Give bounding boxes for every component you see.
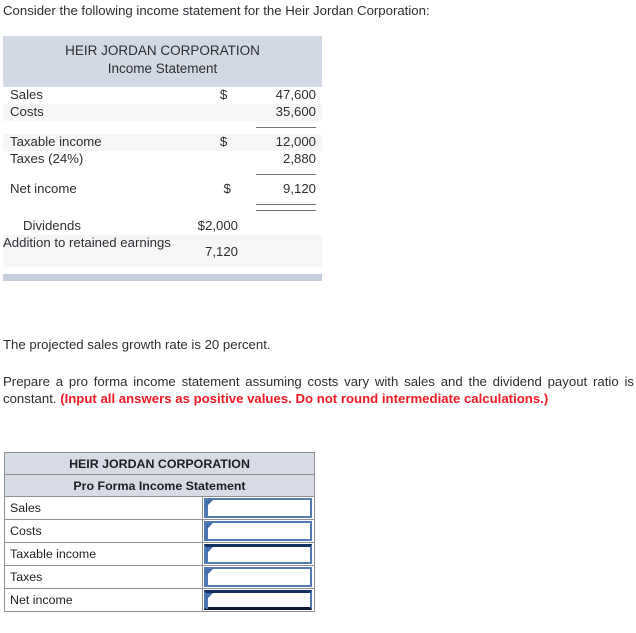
costs-input[interactable]: [204, 521, 312, 541]
taxes-input[interactable]: [204, 567, 312, 587]
table-row: Dividends $2,000: [3, 218, 322, 235]
intro-paragraph: Consider the following income statement …: [3, 3, 430, 18]
table-row: Taxes (24%) 2,880: [3, 151, 322, 168]
instructions-paragraph: Prepare a pro forma income statement ass…: [3, 373, 634, 407]
row-value-addition-to-retained-earnings: 7,120: [204, 244, 238, 259]
subtotal-rule-row: [3, 121, 322, 134]
answer-flag-icon: [206, 523, 213, 530]
row-value-dividends: $2,000: [197, 218, 238, 233]
pro-forma-subtitle: Pro Forma Income Statement: [4, 474, 315, 497]
table-row: Net income: [4, 588, 315, 612]
pro-forma-company: HEIR JORDAN CORPORATION: [4, 452, 315, 475]
table-row: Taxable income $ 12,000: [3, 134, 322, 151]
pro-forma-label-taxable-income: Taxable income: [4, 542, 203, 566]
table-row: Taxes: [4, 565, 315, 589]
total-rule-upper: [256, 204, 316, 205]
row-label-taxes: Taxes (24%): [10, 151, 84, 166]
income-statement-subtitle: Income Statement: [107, 61, 218, 76]
pro-forma-label-net-income: Net income: [4, 588, 203, 612]
table-row: Costs 35,600: [3, 104, 322, 121]
pro-forma-input-cell-taxable-income[interactable]: [202, 542, 315, 566]
row-value-net-income: 9,120: [283, 181, 317, 196]
answer-flag-icon: [206, 569, 213, 576]
pro-forma-label-sales: Sales: [4, 496, 203, 520]
pro-forma-input-cell-sales[interactable]: [202, 496, 315, 520]
sales-input[interactable]: [204, 498, 312, 518]
pro-forma-input-cell-costs[interactable]: [202, 519, 315, 543]
net-income-input[interactable]: [204, 590, 312, 610]
row-label-dividends: Dividends: [23, 218, 81, 233]
pro-forma-input-cell-taxes[interactable]: [202, 565, 315, 589]
pro-forma-label-taxes: Taxes: [4, 565, 203, 589]
table-row: Sales: [4, 496, 315, 520]
table-row: Sales $ 47,600: [3, 87, 322, 104]
table-row: Addition to retained earnings 7,120: [3, 235, 322, 267]
pro-forma-table: HEIR JORDAN CORPORATION Pro Forma Income…: [4, 452, 315, 612]
row-label-taxable-income: Taxable income: [10, 134, 102, 149]
answer-flag-icon: [206, 500, 213, 507]
income-statement-header: HEIR JORDAN CORPORATION Income Statement: [3, 36, 322, 87]
pro-forma-input-cell-net-income[interactable]: [202, 588, 315, 612]
row-label-sales: Sales: [10, 87, 43, 102]
row-label-net-income: Net income: [10, 181, 77, 196]
answer-flag-icon: [206, 547, 213, 554]
row-currency-taxable-income: $: [219, 134, 228, 149]
total-double-rule-row: [3, 198, 322, 218]
row-value-costs: 35,600: [275, 104, 316, 119]
income-statement-table: HEIR JORDAN CORPORATION Income Statement…: [3, 36, 322, 281]
instructions-emphasis: (Input all answers as positive values. D…: [60, 391, 549, 406]
subtotal-rule: [256, 127, 316, 128]
table-row: Costs: [4, 519, 315, 543]
row-label-addition-to-retained-earnings: Addition to retained earnings: [3, 235, 171, 250]
row-label-costs: Costs: [10, 104, 44, 119]
row-value-sales: 47,600: [275, 87, 316, 102]
subtotal-rule: [256, 174, 316, 175]
taxable-income-input[interactable]: [204, 544, 312, 564]
subtotal-rule-row: [3, 168, 322, 181]
row-currency-sales: $: [219, 87, 228, 102]
table-row: Taxable income: [4, 542, 315, 566]
row-value-taxable-income: 12,000: [275, 134, 316, 149]
answer-flag-icon: [206, 593, 213, 600]
total-rule-lower: [256, 210, 316, 211]
pro-forma-subheader-row: Pro Forma Income Statement: [4, 474, 315, 497]
table-footer-bar: [3, 274, 322, 281]
row-value-taxes: 2,880: [283, 151, 317, 166]
pro-forma-label-costs: Costs: [4, 519, 203, 543]
income-statement-company: HEIR JORDAN CORPORATION: [65, 43, 260, 58]
pro-forma-header-row: HEIR JORDAN CORPORATION: [4, 452, 315, 475]
table-row: Net income $ 9,120: [3, 181, 322, 198]
growth-rate-paragraph: The projected sales growth rate is 20 pe…: [3, 337, 271, 352]
row-currency-net-income: $: [223, 181, 231, 196]
